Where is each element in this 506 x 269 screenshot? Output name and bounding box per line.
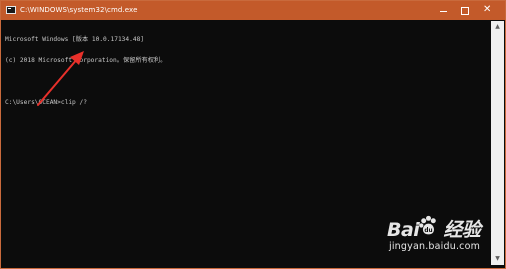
maximize-icon bbox=[461, 7, 469, 15]
cmd-window: C:\WINDOWS\system32\cmd.exe ✕ Microsoft … bbox=[0, 0, 506, 269]
watermark-logo-left: Bai bbox=[387, 219, 420, 241]
vertical-scrollbar[interactable]: ▲ ▼ bbox=[491, 21, 504, 265]
arrow-head bbox=[70, 51, 84, 65]
maximize-button[interactable] bbox=[454, 1, 476, 20]
scroll-up-arrow-icon[interactable]: ▲ bbox=[491, 21, 504, 33]
minimize-button[interactable] bbox=[433, 1, 455, 20]
close-icon: ✕ bbox=[483, 4, 492, 15]
cmd-app-icon[interactable] bbox=[6, 6, 16, 14]
window-title: C:\WINDOWS\system32\cmd.exe bbox=[20, 6, 138, 14]
close-button[interactable]: ✕ bbox=[477, 1, 499, 20]
console-line-version: Microsoft Windows [版本 10.0.17134.48] bbox=[5, 36, 145, 43]
minimize-icon bbox=[440, 11, 447, 12]
watermark-url: jingyan.baidu.com bbox=[389, 241, 481, 252]
scroll-down-arrow-icon[interactable]: ▼ bbox=[491, 253, 504, 265]
baidu-jingyan-watermark: Bai 经验 du jingyan.baidu.com bbox=[387, 215, 482, 261]
title-bar[interactable]: C:\WINDOWS\system32\cmd.exe ✕ bbox=[1, 1, 505, 20]
baidu-paw-icon: du bbox=[419, 215, 436, 235]
watermark-logo-right: 经验 bbox=[443, 219, 481, 241]
arrow-shaft bbox=[37, 57, 79, 106]
svg-text:du: du bbox=[424, 228, 432, 234]
red-annotation-arrow-icon bbox=[37, 51, 84, 106]
